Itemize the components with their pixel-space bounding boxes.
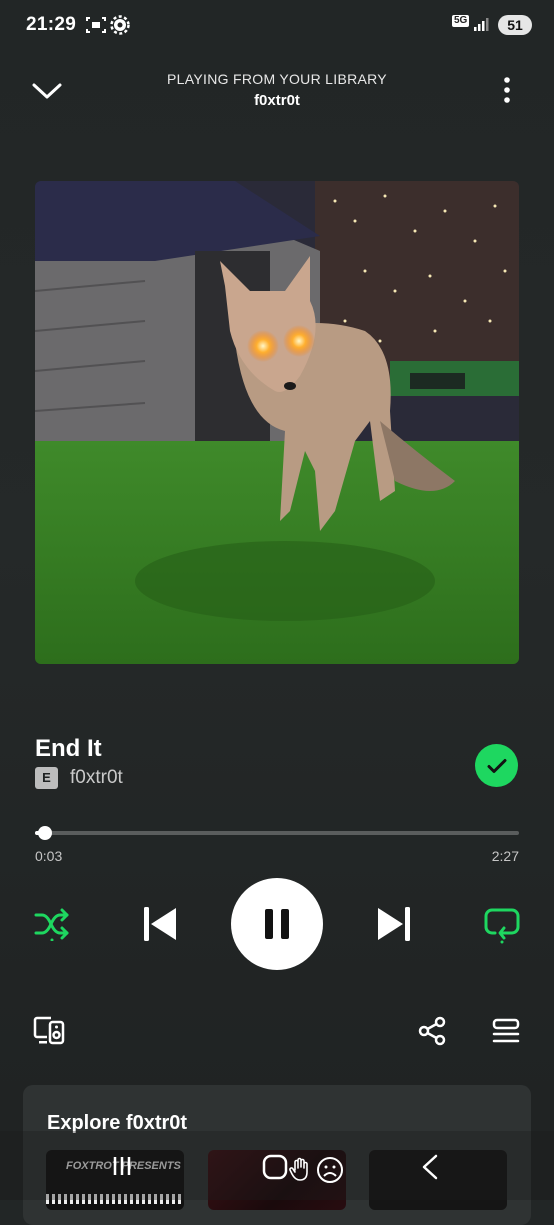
playing-from-name[interactable]: f0xtr0t xyxy=(0,92,554,109)
next-track-icon[interactable] xyxy=(376,905,412,943)
checkmark-icon xyxy=(487,758,506,773)
previous-track-icon[interactable] xyxy=(142,905,178,943)
home-icon[interactable] xyxy=(262,1154,288,1180)
explicit-badge: E xyxy=(35,767,58,789)
total-time: 2:27 xyxy=(491,848,519,864)
more-options-icon[interactable] xyxy=(500,76,514,106)
repeat-icon[interactable] xyxy=(483,906,521,944)
queue-icon[interactable] xyxy=(492,1018,520,1044)
connect-device-icon[interactable] xyxy=(33,1016,65,1046)
back-icon[interactable] xyxy=(420,1154,440,1180)
status-time: 21:29 xyxy=(26,14,77,35)
elapsed-time: 0:03 xyxy=(35,848,63,864)
signal-icon xyxy=(474,18,489,31)
screenshot-icon xyxy=(86,17,106,33)
liked-check-button[interactable] xyxy=(475,744,518,787)
recent-apps-icon[interactable] xyxy=(110,1154,134,1178)
album-artwork xyxy=(35,181,519,664)
progress-bar[interactable] xyxy=(35,826,519,840)
pause-icon xyxy=(265,909,289,939)
playing-from-label: PLAYING FROM YOUR LIBRARY xyxy=(167,71,387,87)
gesture-hand-icon[interactable] xyxy=(289,1156,313,1182)
pause-button[interactable] xyxy=(231,878,323,970)
progress-thumb[interactable] xyxy=(37,826,52,840)
share-icon[interactable] xyxy=(418,1016,446,1046)
network-type-icon: 5G xyxy=(452,15,470,27)
track-title[interactable]: End It xyxy=(35,735,102,763)
status-bar: 21:29 5G 51 xyxy=(0,0,554,50)
fox-artwork-image xyxy=(35,181,519,664)
sad-face-icon[interactable] xyxy=(316,1156,344,1184)
settings-gear-icon xyxy=(110,15,130,35)
battery-indicator: 51 xyxy=(498,15,532,35)
track-artist[interactable]: f0xtr0t xyxy=(70,767,123,789)
shuffle-icon[interactable] xyxy=(33,907,71,941)
